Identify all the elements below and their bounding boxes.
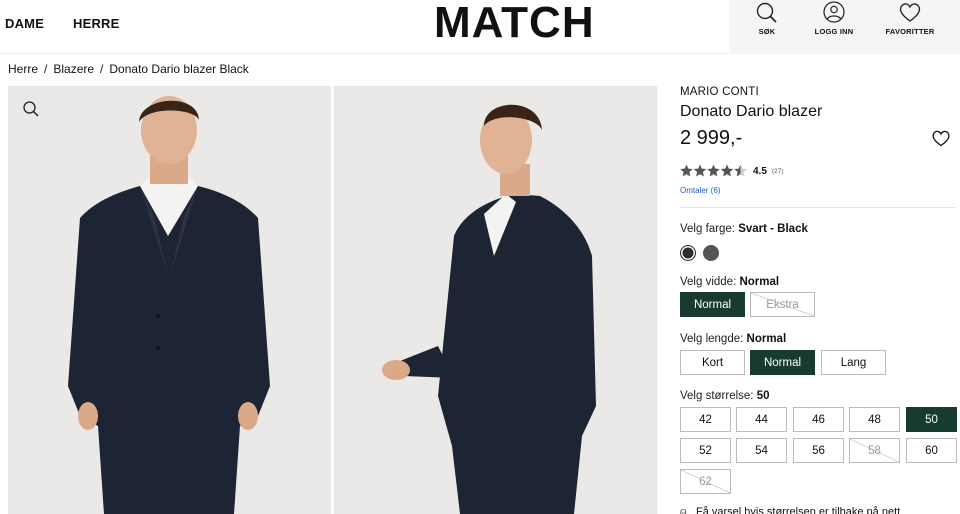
size-option-52[interactable]: 52 — [680, 438, 731, 463]
rating-value: 4.5 — [753, 166, 767, 177]
width-option-ekstra[interactable]: Ekstra — [750, 292, 815, 317]
length-option-normal[interactable]: Normal — [750, 350, 815, 375]
favorites-label: FAVORITTER — [885, 27, 935, 36]
width-selected-value: Normal — [739, 276, 780, 288]
bell-icon: ⍝ — [680, 506, 687, 514]
utility-bar: SØK LOGG INN FAVORITTER — [729, 0, 960, 54]
size-option-46[interactable]: 46 — [793, 407, 844, 432]
rating-stars — [680, 164, 748, 178]
product-image-side[interactable] — [334, 86, 657, 514]
length-option-lang[interactable]: Lang — [821, 350, 886, 375]
product-image-front[interactable] — [8, 86, 331, 514]
size-option-label: Velg størrelse: 50 — [680, 390, 770, 402]
reviews-link[interactable]: Omtaler (6) — [680, 186, 720, 195]
size-selected-value: 50 — [756, 390, 770, 402]
zoom-in-icon[interactable] — [22, 100, 40, 123]
size-option-62[interactable]: 62 — [680, 469, 731, 494]
breadcrumb-separator: / — [100, 62, 104, 76]
color-label-text: Velg farge: — [680, 223, 735, 235]
color-option-label: Velg farge: Svart - Black — [680, 223, 808, 235]
color-swatch-black[interactable] — [680, 245, 696, 261]
length-label-text: Velg lengde: — [680, 333, 744, 345]
product-brand: MARIO CONTI — [680, 86, 759, 98]
site-header: DAME HERRE MATCH SØK LOGG INN FAVORITTER — [0, 0, 960, 54]
breadcrumb-separator: / — [44, 62, 48, 76]
size-option-60[interactable]: 60 — [906, 438, 957, 463]
product-name: Donato Dario blazer — [680, 103, 823, 120]
search-icon — [756, 2, 777, 23]
user-icon — [823, 1, 845, 23]
login-button[interactable]: LOGG INN — [796, 0, 872, 54]
color-swatch-grey[interactable] — [703, 245, 719, 261]
heart-icon — [899, 3, 921, 22]
size-option-54[interactable]: 54 — [736, 438, 787, 463]
search-button[interactable]: SØK — [729, 0, 805, 54]
size-label-text: Velg størrelse: — [680, 390, 754, 402]
size-option-44[interactable]: 44 — [736, 407, 787, 432]
width-option-label: Velg vidde: Normal — [680, 276, 779, 288]
size-option-42[interactable]: 42 — [680, 407, 731, 432]
product-price: 2 999,- — [680, 127, 743, 149]
breadcrumb-herre[interactable]: Herre — [8, 62, 38, 76]
match-logo[interactable]: MATCH — [434, 1, 595, 45]
nav-dame[interactable]: DAME — [5, 16, 44, 31]
star-rating-icon — [680, 164, 747, 177]
width-option-normal[interactable]: Normal — [680, 292, 745, 317]
breadcrumb: Herre / Blazere / Donato Dario blazer Black — [8, 62, 249, 76]
model-front-illustration — [8, 86, 331, 514]
length-option-kort[interactable]: Kort — [680, 350, 745, 375]
length-selected-value: Normal — [746, 333, 787, 345]
size-option-56[interactable]: 56 — [793, 438, 844, 463]
size-option-58[interactable]: 58 — [849, 438, 900, 463]
nav-herre[interactable]: HERRE — [73, 16, 120, 31]
size-option-48[interactable]: 48 — [849, 407, 900, 432]
length-option-label: Velg lengde: Normal — [680, 333, 786, 345]
rating-count: (27) — [772, 168, 784, 175]
size-notify-text: Få varsel hvis størrelsen er tilbake på … — [696, 506, 901, 514]
size-notify-link[interactable]: ⍝ Få varsel hvis størrelsen er tilbake på… — [680, 506, 900, 514]
color-selected-value: Svart - Black — [738, 223, 808, 235]
heart-icon — [932, 130, 950, 147]
divider — [680, 207, 956, 208]
search-label: SØK — [758, 27, 776, 36]
model-side-illustration — [334, 86, 657, 514]
size-option-50[interactable]: 50 — [906, 407, 957, 432]
breadcrumb-blazere[interactable]: Blazere — [53, 62, 94, 76]
breadcrumb-current: Donato Dario blazer Black — [109, 62, 249, 76]
width-label-text: Velg vidde: — [680, 276, 737, 288]
login-label: LOGG INN — [814, 27, 854, 36]
add-to-favorites-button[interactable] — [931, 129, 951, 152]
favorites-button[interactable]: FAVORITTER — [872, 0, 948, 54]
